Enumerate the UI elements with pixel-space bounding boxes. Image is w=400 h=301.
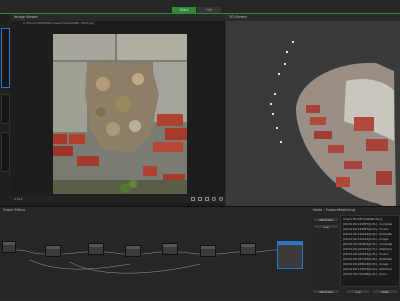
image-viewer-toolbar: 0.51x xyxy=(11,196,225,203)
settings-icon[interactable] xyxy=(205,197,209,201)
graph-node[interactable] xyxy=(162,243,178,255)
log-line: [00:01:09.143957][info] - Compute xyxy=(343,222,393,226)
graph-node[interactable] xyxy=(2,241,16,253)
log-line: [00:01:09.164513][info] - Matched xyxy=(343,247,392,251)
log-button[interactable]: Log xyxy=(346,289,370,294)
log-view[interactable]: Graph: BuildFrameMatching [00:01:09.1439… xyxy=(340,215,400,287)
zoom-level: 0.51x xyxy=(14,197,23,201)
fit-icon[interactable] xyxy=(191,197,195,201)
info-icon[interactable] xyxy=(212,197,216,201)
log-line: [00:01:09.144192][info] - Estimate xyxy=(343,232,392,236)
image-viewer-title: Image Viewer xyxy=(11,14,225,21)
log-line: [00:01:09.167319][info] - Estimate xyxy=(343,257,392,261)
image-path: C:/Photo/3DMODEL/mesh23/data/IMG_0043.jp… xyxy=(23,21,95,25)
eye-icon[interactable] xyxy=(219,197,223,201)
wall-photo-image xyxy=(53,34,187,194)
wall-photo xyxy=(53,34,187,194)
image-gallery-panel xyxy=(0,14,11,206)
log-line: [00:01:09.161022][info] - Compute xyxy=(343,242,393,246)
log-line: Graph: BuildFrameMatching xyxy=(343,217,383,221)
tab-log[interactable]: Log xyxy=(313,224,339,229)
gallery-thumbnails[interactable] xyxy=(1,28,10,88)
graph-node[interactable] xyxy=(200,245,216,257)
graph-editor[interactable]: Graph Editor xyxy=(0,206,310,300)
grid-icon[interactable] xyxy=(198,197,202,201)
3d-viewer-title: 3D Viewer xyxy=(226,14,400,21)
graph-edges xyxy=(14,249,278,274)
log-line: [00:01:09.144214][info] - Image xyxy=(343,237,389,241)
log-line: [00:01:09.172208][info] - Done xyxy=(343,272,387,276)
log-line: [00:01:09.144087][info] - Found xyxy=(343,227,389,231)
tab-attributes[interactable]: Attributes xyxy=(313,217,339,222)
graph-editor-title: Graph Editor xyxy=(0,207,310,214)
log-line: [00:01:09.165212][info] - Found xyxy=(343,252,389,256)
log-line: [00:01:09.170533][info] - Matched xyxy=(343,267,392,271)
gallery-list[interactable] xyxy=(1,94,10,124)
graph-node[interactable] xyxy=(45,245,61,257)
graph-node[interactable] xyxy=(125,245,141,257)
stats-button[interactable]: Stats xyxy=(372,289,398,294)
attributes-button[interactable]: Attributes xyxy=(312,289,340,294)
gallery-list-secondary[interactable] xyxy=(1,132,10,172)
graph-node[interactable] xyxy=(240,243,256,255)
node-panel-header: Node - FeatureMatching xyxy=(310,207,400,214)
graph-node[interactable] xyxy=(88,243,104,255)
3d-viewer-panel[interactable]: 3D Viewer xyxy=(226,14,400,206)
graph-node-selected[interactable] xyxy=(277,241,303,269)
log-line: [00:01:09.168104][info] - Image xyxy=(343,262,389,266)
3d-model-view[interactable] xyxy=(226,21,400,206)
